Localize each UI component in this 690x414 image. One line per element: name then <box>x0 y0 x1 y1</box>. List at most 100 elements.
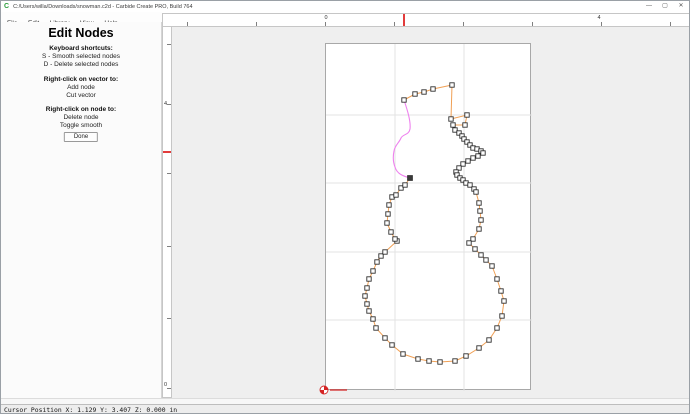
done-button[interactable]: Done <box>64 132 98 142</box>
path-node[interactable] <box>403 183 407 187</box>
path-node[interactable] <box>367 309 371 313</box>
ruler-tick <box>167 104 171 105</box>
path-node[interactable] <box>371 317 375 321</box>
path-node[interactable] <box>431 87 435 91</box>
path-node[interactable] <box>466 159 470 163</box>
path-node[interactable] <box>438 360 442 364</box>
ruler-label: 4 <box>164 101 167 107</box>
app-icon: C <box>4 3 9 10</box>
path-node[interactable] <box>495 326 499 330</box>
path-node[interactable] <box>383 250 387 254</box>
ruler-tick <box>167 246 171 247</box>
path-node[interactable] <box>500 314 504 318</box>
path-node[interactable] <box>386 212 390 216</box>
ruler-label: 4 <box>597 15 600 21</box>
ruler-tick <box>463 22 464 26</box>
ruler-tick <box>167 44 171 45</box>
app-window: C C:/Users/willa/Downloads/snowman.c2d -… <box>0 0 690 414</box>
path-node[interactable] <box>393 237 397 241</box>
minimize-button[interactable]: — <box>641 1 657 12</box>
window-title: C:/Users/willa/Downloads/snowman.c2d - C… <box>13 4 192 10</box>
path-node[interactable] <box>401 352 405 356</box>
path-node[interactable] <box>487 338 491 342</box>
path-node[interactable] <box>451 123 455 127</box>
path-node[interactable] <box>413 92 417 96</box>
path-node[interactable] <box>371 269 375 273</box>
path-node[interactable] <box>479 218 483 222</box>
ruler-tick <box>167 318 171 319</box>
ruler-label: 0 <box>164 382 167 388</box>
path-node[interactable] <box>390 343 394 347</box>
shortcut-smooth-line: S - Smooth selected nodes <box>1 53 161 60</box>
stock-page[interactable] <box>325 43 531 390</box>
cursor-position-readout: Cursor Position X: 1.129 Y: 3.407 Z: 0.0… <box>4 406 177 414</box>
path-node[interactable] <box>477 201 481 205</box>
menu-bar: File Edit Library View Help <box>1 12 162 22</box>
path-node[interactable] <box>478 209 482 213</box>
window-controls: — ▢ ✕ <box>641 1 689 12</box>
path-node[interactable] <box>450 83 454 87</box>
ruler-cursor-y <box>163 151 171 153</box>
path-node[interactable] <box>484 258 488 262</box>
path-node[interactable] <box>449 117 453 121</box>
path-node[interactable] <box>490 264 494 268</box>
path-node[interactable] <box>363 294 367 298</box>
ruler-tick <box>167 388 171 389</box>
path-node[interactable] <box>471 156 475 160</box>
path-node[interactable] <box>365 302 369 306</box>
ruler-tick <box>187 22 188 26</box>
path-node[interactable] <box>477 346 481 350</box>
close-button[interactable]: ✕ <box>673 1 689 12</box>
add-node-line: Add node <box>1 84 161 91</box>
path-node[interactable] <box>427 359 431 363</box>
edit-nodes-panel: Edit Nodes Keyboard shortcuts: S - Smoot… <box>1 22 162 398</box>
path-node[interactable] <box>383 336 387 340</box>
panel-title: Edit Nodes <box>1 26 161 40</box>
status-bar: Cursor Position X: 1.129 Y: 3.407 Z: 0.0… <box>1 404 690 414</box>
path-node[interactable] <box>474 190 478 194</box>
path-node[interactable] <box>499 289 503 293</box>
design-canvas[interactable] <box>172 27 690 398</box>
path-node[interactable] <box>375 260 379 264</box>
path-node[interactable] <box>465 113 469 117</box>
path-node[interactable] <box>502 299 506 303</box>
path-node[interactable] <box>464 354 468 358</box>
path-node[interactable] <box>463 123 467 127</box>
path-node[interactable] <box>477 227 481 231</box>
path-node[interactable] <box>495 277 499 281</box>
path-node[interactable] <box>416 357 420 361</box>
path-node[interactable] <box>402 98 406 102</box>
ruler-tick <box>670 22 671 26</box>
path-node[interactable] <box>387 203 391 207</box>
horizontal-ruler: 04 <box>162 13 690 27</box>
ruler-tick <box>167 173 171 174</box>
rightclick-node-heading: Right-click on node to: <box>1 106 161 113</box>
path-node[interactable] <box>481 151 485 155</box>
selected-node[interactable] <box>408 176 413 181</box>
ruler-tick <box>532 22 533 26</box>
keyboard-shortcuts-heading: Keyboard shortcuts: <box>1 45 161 52</box>
path-node[interactable] <box>479 253 483 257</box>
path-node[interactable] <box>453 359 457 363</box>
ruler-tick <box>325 22 326 26</box>
path-node[interactable] <box>473 247 477 251</box>
toggle-smooth-line: Toggle smooth <box>1 122 161 129</box>
maximize-button[interactable]: ▢ <box>657 1 673 12</box>
vertical-ruler: 40 <box>162 27 172 398</box>
path-node[interactable] <box>374 326 378 330</box>
origin-quadrant <box>324 386 328 390</box>
path-node[interactable] <box>365 286 369 290</box>
ruler-cursor-x <box>403 14 405 26</box>
path-node[interactable] <box>394 193 398 197</box>
delete-node-line: Delete node <box>1 114 161 121</box>
path-node[interactable] <box>389 230 393 234</box>
ruler-tick <box>256 22 257 26</box>
path-node[interactable] <box>422 90 426 94</box>
selected-curve-segment[interactable] <box>393 100 410 178</box>
path-node[interactable] <box>385 221 389 225</box>
origin-quadrant <box>320 390 324 394</box>
path-node[interactable] <box>367 277 371 281</box>
ruler-label: 0 <box>324 15 327 21</box>
path-node[interactable] <box>467 241 471 245</box>
path-node[interactable] <box>476 154 480 158</box>
